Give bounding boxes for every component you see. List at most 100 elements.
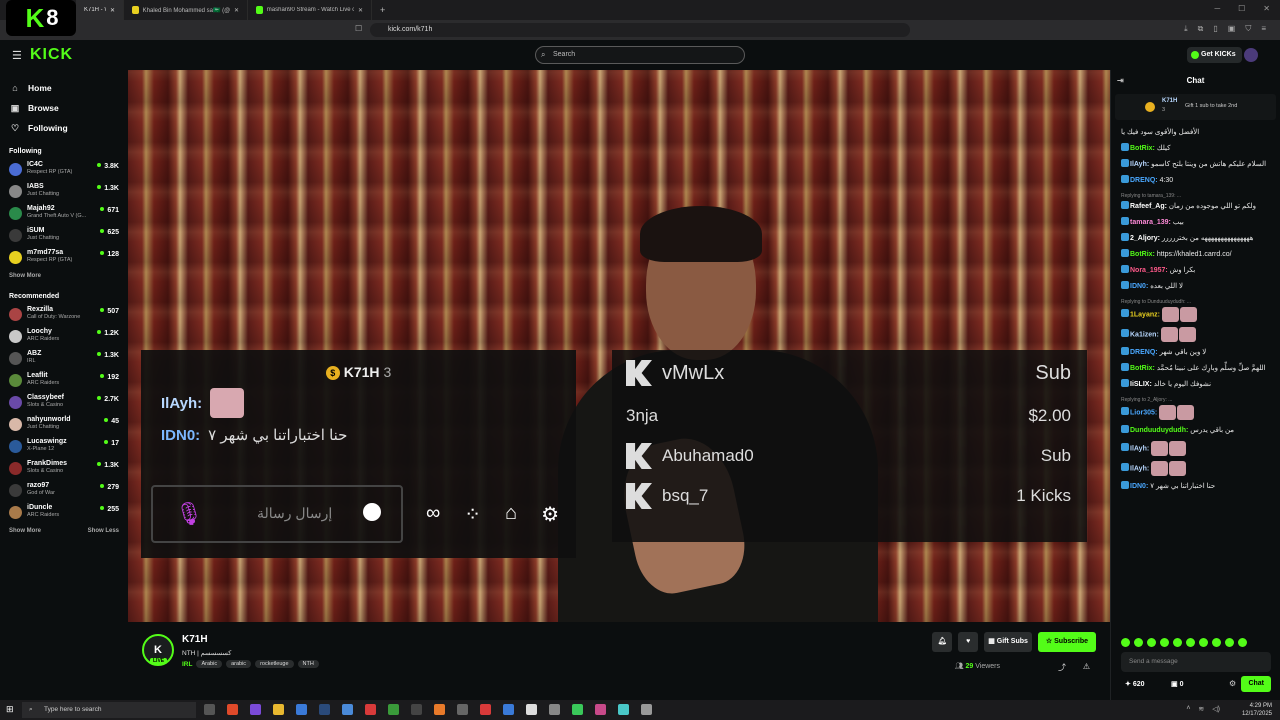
video-player[interactable]: $ K71H 3 IlAyh: IDN0: حنا اختباراتنا بي شهر… [128, 70, 1110, 622]
sidebar-channel[interactable]: iSUM Just Chatting 625 [0, 225, 128, 247]
tag[interactable]: NTH [297, 660, 319, 668]
sidebar-channel[interactable]: nahyunworld Just Chatting 45 [0, 414, 128, 436]
app-icon[interactable] [457, 704, 468, 715]
chat-username[interactable]: DRENQ: [1130, 349, 1158, 356]
chat-username[interactable]: Rafeef_Ag: [1130, 203, 1167, 210]
sidebar-channel[interactable]: FrankDimes Slots & Casino 1.3K [0, 458, 128, 480]
app-icon[interactable] [296, 704, 307, 715]
steam-icon[interactable] [319, 704, 330, 715]
follow-heart-button[interactable]: ♥ [958, 632, 979, 652]
send-chat-button[interactable]: Chat [1241, 676, 1271, 692]
notification-bell-button[interactable]: 🔔︎ [932, 632, 953, 652]
chat-username[interactable]: BotRix: [1130, 251, 1155, 258]
chat-username[interactable]: IlAyh: [1130, 465, 1149, 472]
taskview-icon[interactable] [204, 704, 215, 715]
close-icon[interactable]: ✕ [358, 7, 363, 14]
browser-tab[interactable]: Khaled Bin Mohammed sa🇸🇦 (@j7zm...✕ [124, 0, 248, 20]
chat-username[interactable]: BotRix: [1130, 145, 1155, 152]
sidebar-channel[interactable]: m7md77sa Respect RP (GTA) 128 [0, 247, 128, 269]
gift-subs-button[interactable]: ▦ Gift Subs [984, 632, 1032, 652]
windows-start-icon[interactable]: ⊞ [6, 704, 14, 715]
sidebar-channel[interactable]: Majah92 Grand Theft Auto V (G... 671 [0, 203, 128, 225]
avatar[interactable] [1244, 48, 1258, 62]
collapse-chat-icon[interactable]: ⇥ [1117, 70, 1124, 92]
app-icon[interactable] [365, 704, 376, 715]
chat-username[interactable]: IlAyh: [1130, 445, 1149, 452]
close-window-icon[interactable]: ✕ [1263, 4, 1270, 13]
chat-username[interactable]: IDN0: [1130, 283, 1148, 290]
pinned-gift-banner[interactable]: K71H 3 Gift 1 sub to take 2nd [1115, 94, 1276, 120]
app-icon[interactable] [549, 704, 560, 715]
subscribe-button[interactable]: ☆ Subscribe [1037, 632, 1096, 652]
taskbar-search[interactable]: ⌕ Type here to search [22, 702, 196, 718]
app-icon[interactable] [480, 704, 491, 715]
chat-username[interactable]: Lior305: [1130, 409, 1157, 416]
chat-settings-icon[interactable]: ⚙ [1229, 679, 1236, 688]
shield-icon[interactable]: ⛉ [1245, 24, 1251, 34]
get-kicks-button[interactable]: Get KICKs [1187, 47, 1242, 63]
menu-icon[interactable]: ≡ [1261, 24, 1266, 34]
browser-tab-active[interactable]: K71H - Watch Live on Kick✕ [76, 0, 124, 20]
channel-points[interactable]: ✦ 620 [1125, 680, 1145, 688]
folder-icon[interactable] [273, 704, 284, 715]
sidebar-channel[interactable]: ABZ IRL 1.3K [0, 348, 128, 370]
kick-logo[interactable]: KICK [30, 46, 73, 64]
app-icon[interactable] [434, 704, 445, 715]
chat-username[interactable]: IiSLIX: [1130, 381, 1152, 388]
new-tab-button[interactable]: + [372, 0, 393, 20]
show-more-button[interactable]: Show More [9, 528, 41, 534]
app-icon[interactable] [250, 704, 261, 715]
sidebar-icon[interactable]: ▯ [1213, 24, 1217, 34]
sidebar-channel[interactable]: Lucaswingz X-Plane 12 17 [0, 436, 128, 458]
sidebar-channel[interactable]: Leaflit ARC Raiders 192 [0, 370, 128, 392]
chat-username[interactable]: 2_Aljory: [1130, 235, 1160, 242]
search-input[interactable]: ⌕ Search [535, 46, 745, 64]
app-icon[interactable] [411, 704, 422, 715]
hamburger-icon[interactable]: ☰ [12, 49, 22, 62]
sidebar-channel[interactable]: iDuncle ARC Raiders 255 [0, 502, 128, 524]
show-less-button[interactable]: Show Less [88, 528, 119, 534]
sidebar-channel[interactable]: Classybeef Slots & Casino 2.7K [0, 392, 128, 414]
emote-quick-bar[interactable] [1121, 638, 1247, 647]
chat-username[interactable]: DRENQ: [1130, 177, 1158, 184]
chat-username[interactable]: Ka1izen: [1130, 331, 1159, 338]
taskbar-clock[interactable]: 4:29 PM 12/17/2025 [1242, 702, 1272, 718]
bookmark-icon[interactable]: ☐ [355, 24, 362, 33]
app-icon[interactable] [503, 704, 514, 715]
close-icon[interactable]: ✕ [110, 7, 115, 14]
app-icon[interactable] [342, 704, 353, 715]
chat-input[interactable]: Send a message [1121, 652, 1271, 672]
sidebar-channel[interactable]: IC4C Respect RP (GTA) 3.8K [0, 159, 128, 181]
settings-icon[interactable] [641, 704, 652, 715]
app-icon[interactable] [595, 704, 606, 715]
chat-username[interactable]: Nora_1957: [1130, 267, 1168, 274]
chevron-up-icon[interactable]: ˄ [1186, 705, 1190, 713]
sidebar-item-browse[interactable]: ▣ Browse [10, 98, 118, 118]
sidebar-channel[interactable]: Rexzilla Call of Duty: Warzone 507 [0, 304, 128, 326]
chat-username[interactable]: BotRix: [1130, 365, 1155, 372]
chat-username[interactable]: IDN0: [1130, 483, 1148, 490]
close-icon[interactable]: ✕ [234, 7, 239, 14]
sidebar-channel[interactable]: IABS Just Chatting 1.3K [0, 181, 128, 203]
minimize-icon[interactable]: ─ [1214, 4, 1220, 13]
download-icon[interactable]: ⤓ [1184, 24, 1188, 34]
sidebar-item-following[interactable]: ♡ Following [10, 118, 118, 138]
chat-username[interactable]: tamara_139: [1130, 219, 1171, 226]
brave-icon[interactable] [227, 704, 238, 715]
category-link[interactable]: IRL [182, 661, 192, 668]
tag[interactable]: rocketleuge [255, 660, 294, 668]
channel-name[interactable]: K71H [182, 634, 208, 645]
sidebar-item-home[interactable]: ⌂ Home [10, 78, 118, 98]
app-icon[interactable] [618, 704, 629, 715]
kicks-balance[interactable]: ▣ 0 [1171, 680, 1183, 688]
sidebar-channel[interactable]: razo97 God of War 279 [0, 480, 128, 502]
tag[interactable]: arabic [226, 660, 252, 668]
maximize-icon[interactable]: ☐ [1238, 4, 1245, 13]
sidebar-channel[interactable]: Loochy ARC Raiders 1.2K [0, 326, 128, 348]
show-more-following[interactable]: Show More [9, 273, 41, 279]
app-icon[interactable] [526, 704, 537, 715]
chat-username[interactable]: 1Layanz: [1130, 311, 1160, 318]
wifi-icon[interactable]: ≋ [1198, 705, 1204, 713]
chat-username[interactable]: Dunduuduydudh: [1130, 427, 1188, 434]
extensions-icon[interactable]: ⧉ [1198, 24, 1204, 34]
